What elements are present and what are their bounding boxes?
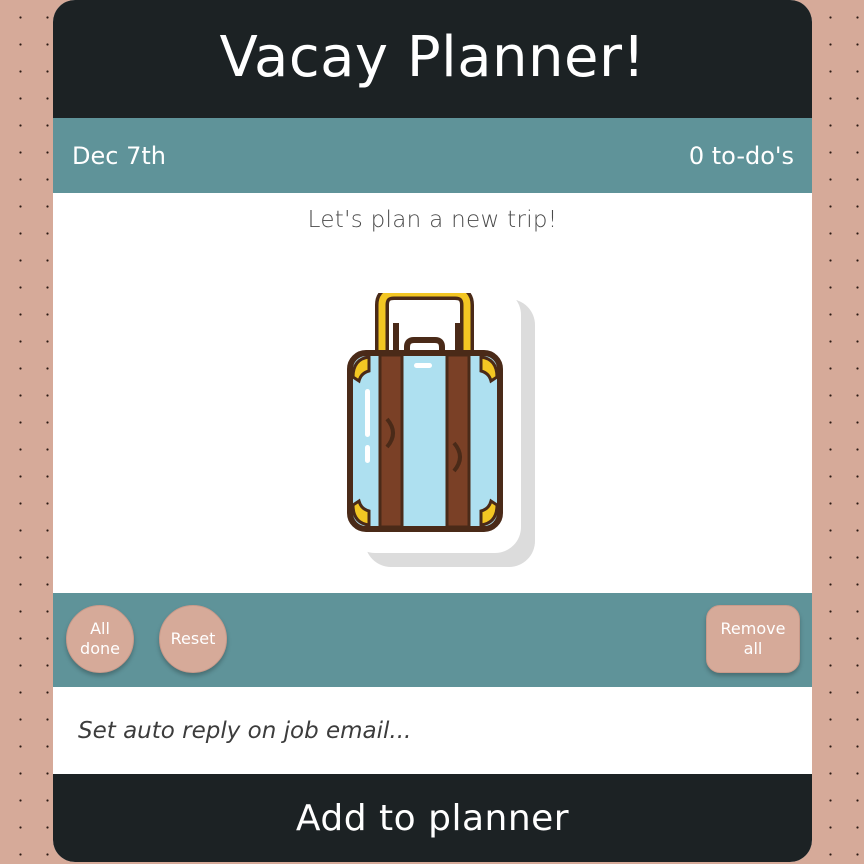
- add-to-planner-button[interactable]: Add to planner: [53, 774, 812, 862]
- todo-input-row: [53, 687, 812, 774]
- remove-all-button[interactable]: Remove all: [706, 605, 800, 673]
- remove-all-label-line1: Remove: [720, 619, 786, 638]
- action-bar: All done Reset Remove all: [53, 593, 812, 687]
- all-done-label-line2: done: [80, 639, 120, 658]
- add-to-planner-label: Add to planner: [295, 797, 570, 839]
- empty-state-prompt: Let's plan a new trip!: [307, 207, 558, 233]
- app-header: Vacay Planner!: [53, 0, 812, 118]
- current-date: Dec 7th: [72, 141, 166, 170]
- reset-label: Reset: [170, 629, 216, 648]
- remove-all-label-line2: all: [743, 639, 763, 658]
- todo-input[interactable]: [76, 716, 760, 745]
- all-done-button[interactable]: All done: [66, 605, 134, 673]
- reset-button[interactable]: Reset: [159, 605, 227, 673]
- info-bar: Dec 7th 0 to-do's: [53, 118, 812, 193]
- suitcase-body: [347, 350, 503, 532]
- planner-card: Vacay Planner! Dec 7th 0 to-do's Let's p…: [53, 0, 812, 862]
- app-title: Vacay Planner!: [219, 24, 646, 90]
- suitcase-icon: [347, 293, 535, 567]
- all-done-label-line1: All: [90, 619, 110, 638]
- todo-count: 0 to-do's: [688, 141, 794, 170]
- todo-list-area: Let's plan a new trip!: [53, 193, 812, 593]
